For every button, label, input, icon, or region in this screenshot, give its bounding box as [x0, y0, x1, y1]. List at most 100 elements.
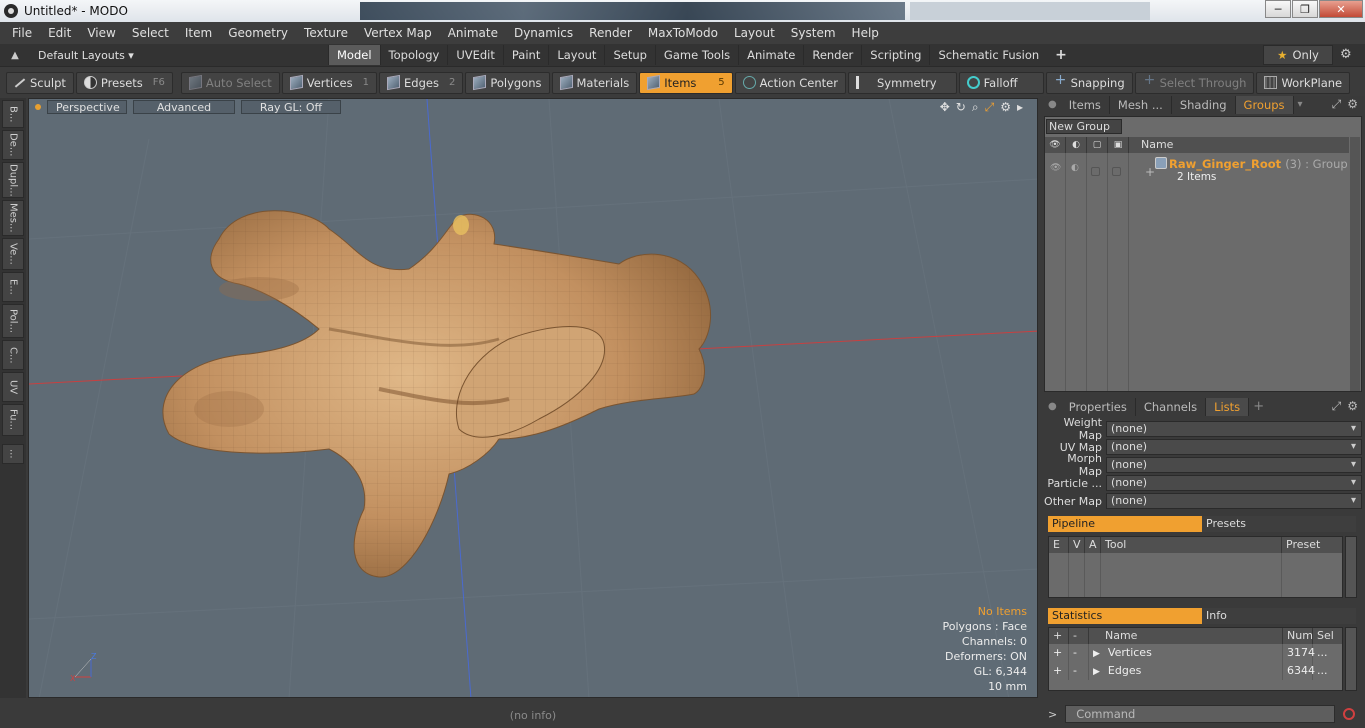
- left-tab-uv[interactable]: UV: [2, 372, 24, 402]
- tab-schematic-fusion[interactable]: Schematic Fusion: [929, 45, 1047, 65]
- menu-help[interactable]: Help: [844, 26, 887, 40]
- vertices-add-button[interactable]: +: [1049, 644, 1069, 662]
- lists-expand-icon[interactable]: ⤢: [1332, 399, 1342, 414]
- maximize-view-icon[interactable]: ⤢: [985, 100, 995, 115]
- tab-pipeline[interactable]: Pipeline: [1048, 516, 1202, 532]
- presets-button[interactable]: Presets F6: [75, 71, 173, 94]
- pipeline-col-active[interactable]: A: [1085, 537, 1101, 553]
- only-toggle-button[interactable]: ★ Only: [1263, 45, 1333, 65]
- tab-groups[interactable]: Groups: [1235, 96, 1294, 114]
- workplane-button[interactable]: WorkPlane: [1256, 71, 1351, 94]
- particle-select[interactable]: (none): [1106, 475, 1362, 491]
- menu-system[interactable]: System: [783, 26, 844, 40]
- panel-gear-icon[interactable]: ⚙: [1347, 97, 1358, 112]
- pipeline-col-tool[interactable]: Tool: [1101, 537, 1282, 553]
- falloff-button[interactable]: Falloff: [958, 71, 1044, 94]
- sculpt-button[interactable]: Sculpt: [6, 71, 74, 94]
- close-button[interactable]: ✕: [1319, 0, 1363, 18]
- tab-lists[interactable]: Lists: [1206, 398, 1250, 416]
- left-tab-basic[interactable]: B...: [2, 100, 24, 128]
- expand-arrow-icon[interactable]: ▶: [1093, 649, 1100, 659]
- menu-texture[interactable]: Texture: [296, 26, 356, 40]
- menu-geometry[interactable]: Geometry: [220, 26, 296, 40]
- tab-channels[interactable]: Channels: [1136, 398, 1207, 416]
- viewport-menu-dot-icon[interactable]: [35, 104, 41, 110]
- menu-render[interactable]: Render: [581, 26, 640, 40]
- pipeline-scrollbar[interactable]: [1345, 536, 1357, 598]
- tab-presets[interactable]: Presets: [1202, 516, 1356, 532]
- left-tab-vertex[interactable]: Ve...: [2, 238, 24, 270]
- edges-add-button[interactable]: +: [1049, 662, 1069, 680]
- default-layouts-dropdown[interactable]: Default Layouts ▾: [38, 49, 328, 62]
- shading-advanced-dropdown[interactable]: Advanced: [133, 100, 235, 114]
- materials-mode-button[interactable]: Materials: [551, 71, 638, 94]
- weight-map-select[interactable]: (none): [1106, 421, 1362, 437]
- record-macro-icon[interactable]: [1343, 708, 1356, 720]
- tab-info[interactable]: Info: [1202, 608, 1356, 624]
- gear-icon[interactable]: ⚙: [1340, 47, 1352, 62]
- edges-mode-button[interactable]: Edges 2: [379, 71, 464, 94]
- groups-list[interactable]: New Group 👁 ◐ ▢ ▣ Name 👁 ◐ + Raw_Ginger_…: [1044, 116, 1362, 392]
- menu-file[interactable]: File: [4, 26, 40, 40]
- table-row[interactable]: + - ▶ Vertices 3174 ...: [1049, 644, 1342, 662]
- lists-gear-icon[interactable]: ⚙: [1347, 399, 1358, 414]
- more-tabs-icon[interactable]: ▾: [1294, 96, 1307, 114]
- table-row[interactable]: + - ▶ Edges 6344 ...: [1049, 662, 1342, 680]
- pipeline-col-enable[interactable]: E: [1049, 537, 1069, 553]
- tab-render[interactable]: Render: [803, 45, 861, 65]
- tab-setup[interactable]: Setup: [604, 45, 654, 65]
- render-column-icon[interactable]: ◐: [1066, 137, 1087, 153]
- left-tab-polygon[interactable]: Pol...: [2, 304, 24, 338]
- tab-items[interactable]: Items: [1061, 96, 1110, 114]
- group-expand-icon[interactable]: +: [1145, 165, 1155, 179]
- menu-item[interactable]: Item: [177, 26, 220, 40]
- menu-edit[interactable]: Edit: [40, 26, 79, 40]
- menu-view[interactable]: View: [79, 26, 123, 40]
- rotate-view-icon[interactable]: ↻: [956, 100, 966, 115]
- groups-scrollbar[interactable]: [1350, 137, 1360, 391]
- group-row-raw-ginger-root[interactable]: 👁 ◐ + Raw_Ginger_Root (3) : Group 2 Item…: [1045, 155, 1349, 185]
- stats-col-expand[interactable]: +: [1049, 628, 1069, 644]
- menu-maxtomodo[interactable]: MaxToModo: [640, 26, 726, 40]
- add-tab-button[interactable]: +: [1249, 398, 1268, 416]
- zoom-view-icon[interactable]: ⌕: [972, 100, 979, 115]
- viewport-expand-arrow-icon[interactable]: ▸: [1017, 100, 1023, 115]
- pipeline-col-preset[interactable]: Preset: [1282, 537, 1342, 553]
- stats-col-num[interactable]: Num: [1283, 628, 1313, 644]
- group-lock-checkbox[interactable]: [1091, 167, 1100, 176]
- stats-col-sel[interactable]: Sel: [1313, 628, 1342, 644]
- group-visibility-icon[interactable]: 👁: [1050, 163, 1061, 173]
- view-type-dropdown[interactable]: Perspective: [47, 100, 127, 114]
- left-tab-duplicate[interactable]: Dupl...: [2, 162, 24, 198]
- visibility-column-icon[interactable]: 👁: [1045, 137, 1066, 153]
- symmetry-button[interactable]: Symmetry: [847, 71, 957, 94]
- other-map-select[interactable]: (none): [1106, 493, 1362, 509]
- vertices-remove-button[interactable]: -: [1069, 644, 1089, 662]
- maximize-button[interactable]: ❐: [1292, 0, 1318, 18]
- tab-shading[interactable]: Shading: [1172, 96, 1236, 114]
- statistics-scrollbar[interactable]: [1345, 627, 1357, 691]
- menu-layout[interactable]: Layout: [726, 26, 783, 40]
- group-render-icon[interactable]: ◐: [1071, 163, 1079, 173]
- menu-vertex-map[interactable]: Vertex Map: [356, 26, 440, 40]
- tab-properties[interactable]: Properties: [1061, 398, 1136, 416]
- add-layout-tab-button[interactable]: +: [1047, 45, 1075, 65]
- tab-topology[interactable]: Topology: [379, 45, 448, 65]
- tab-statistics[interactable]: Statistics: [1048, 608, 1202, 624]
- stats-col-collapse[interactable]: -: [1069, 628, 1089, 644]
- menu-select[interactable]: Select: [124, 26, 177, 40]
- items-mode-button[interactable]: Items 5: [639, 71, 733, 94]
- auto-select-button[interactable]: Auto Select: [180, 71, 280, 94]
- tab-uvedit[interactable]: UVEdit: [447, 45, 503, 65]
- panel-dot-icon[interactable]: ●: [1044, 96, 1061, 114]
- menu-dynamics[interactable]: Dynamics: [506, 26, 581, 40]
- tab-layout[interactable]: Layout: [548, 45, 604, 65]
- layout-collapse-icon[interactable]: ▲: [8, 50, 22, 61]
- tab-paint[interactable]: Paint: [502, 45, 548, 65]
- left-tab-curve[interactable]: C...: [2, 340, 24, 370]
- snapping-button[interactable]: Snapping: [1045, 71, 1133, 94]
- 3d-viewport[interactable]: Perspective Advanced Ray GL: Off ✥ ↻ ⌕ ⤢…: [28, 98, 1038, 698]
- expand-panel-icon[interactable]: ⤢: [1332, 97, 1342, 112]
- tab-scripting[interactable]: Scripting: [861, 45, 929, 65]
- vertices-mode-button[interactable]: Vertices 1: [281, 71, 377, 94]
